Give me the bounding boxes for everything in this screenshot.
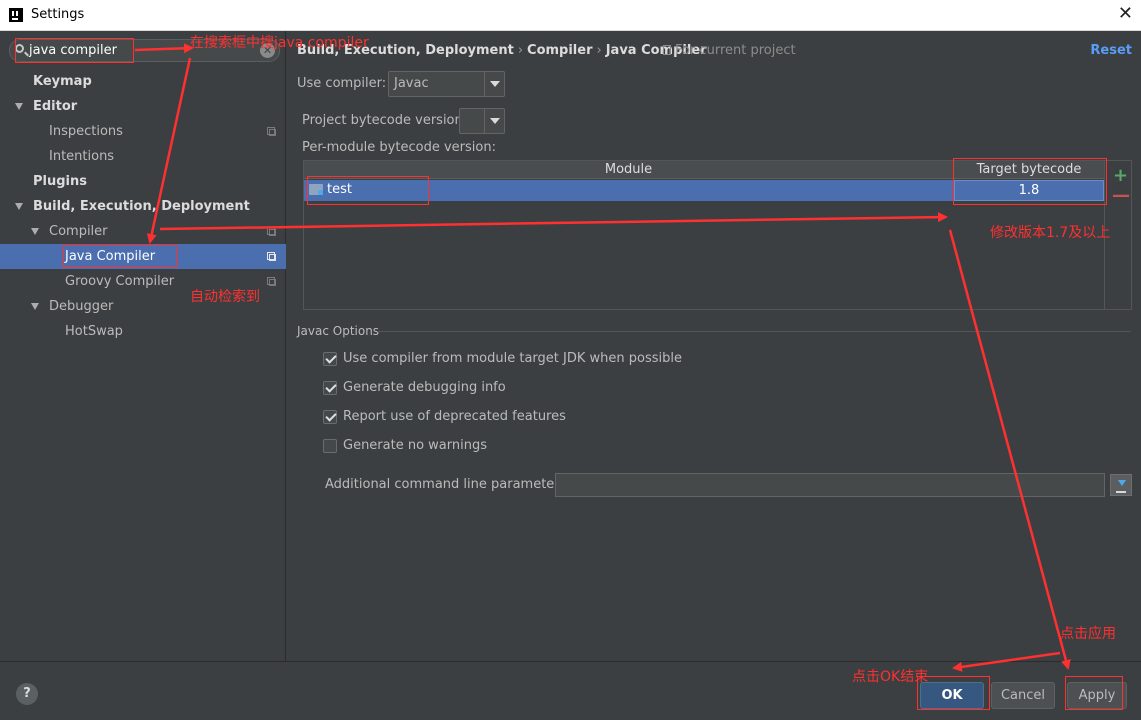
annotation-box-java-compiler [63, 245, 177, 268]
sidebar-item-label: Groovy Compiler [65, 274, 175, 289]
checkbox-unchecked[interactable] [323, 439, 337, 453]
project-scope-icon [267, 252, 276, 261]
sidebar-item-inspections[interactable]: Inspections [0, 119, 286, 144]
checkbox-checked[interactable] [323, 352, 337, 366]
project-scope-icon [267, 277, 276, 286]
command-line-params-input[interactable] [555, 473, 1105, 497]
checkbox-label: Generate debugging info [343, 380, 506, 395]
checkbox-checked[interactable] [323, 410, 337, 424]
sidebar-item-keymap[interactable]: Keymap [0, 69, 286, 94]
checkbox-label: Use compiler from module target JDK when… [343, 351, 682, 366]
annotation-auto-found: 自动检索到 [190, 289, 260, 305]
select-value: Javac [394, 76, 429, 91]
scope-label: For current project [675, 43, 796, 58]
remove-module-button[interactable]: — [1112, 185, 1130, 206]
expand-arrow-icon[interactable] [15, 103, 23, 110]
expand-arrow-icon[interactable] [15, 203, 23, 210]
divider [377, 331, 1131, 332]
intellij-app-icon [9, 8, 23, 22]
use-compiler-label: Use compiler: [297, 76, 387, 91]
checkbox-checked[interactable] [323, 381, 337, 395]
expand-arrow-icon[interactable] [31, 303, 39, 310]
sidebar-item-label: Debugger [49, 299, 114, 314]
sidebar-item-hotswap[interactable]: HotSwap [0, 319, 286, 344]
sidebar-item-label: Editor [33, 99, 78, 114]
reset-link[interactable]: Reset [1090, 43, 1132, 58]
breadcrumb-separator: › [596, 43, 602, 58]
settings-main-panel: Build, Execution, Deployment › Compiler › Ja… [287, 31, 1141, 661]
sidebar-item-label: Intentions [49, 149, 115, 164]
annotation-box-module [307, 176, 429, 205]
settings-sidebar: java compiler ✕ Keymap Editor Inspection… [0, 31, 286, 661]
title-bar: Settings ✕ [0, 0, 1141, 31]
annotation-box-search [15, 38, 134, 63]
project-scope-icon [267, 127, 276, 136]
annotation-change-version: 修改版本1.7及以上 [990, 225, 1111, 241]
close-icon[interactable]: ✕ [1118, 4, 1133, 24]
project-scope-icon [267, 227, 276, 236]
chevron-down-icon[interactable] [484, 109, 504, 133]
sidebar-item-editor[interactable]: Editor [0, 94, 286, 119]
sidebar-item-label: Compiler [49, 224, 108, 239]
project-scope-icon [663, 45, 671, 55]
breadcrumb-part: Compiler [527, 43, 593, 58]
sidebar-item-label: Inspections [49, 124, 123, 139]
annotation-click-apply: 点击应用 [1060, 626, 1116, 642]
sidebar-item-intentions[interactable]: Intentions [0, 144, 286, 169]
sidebar-item-compiler[interactable]: Compiler [0, 219, 286, 244]
help-icon[interactable]: ? [16, 683, 38, 705]
expand-arrow-icon[interactable] [31, 228, 39, 235]
expand-editor-icon[interactable] [1110, 474, 1132, 496]
cancel-button[interactable]: Cancel [991, 682, 1055, 709]
project-bytecode-select[interactable] [459, 108, 505, 134]
sidebar-item-label: Plugins [33, 174, 87, 189]
javac-options-title: Javac Options [297, 324, 380, 338]
window-title: Settings [31, 7, 85, 22]
sidebar-item-plugins[interactable]: Plugins [0, 169, 286, 194]
breadcrumb-separator: › [517, 43, 524, 58]
params-label: Additional command line parameters: [325, 477, 571, 492]
chevron-down-icon[interactable] [484, 72, 504, 96]
annotation-search-hint: 在搜索框中搜java compiler [190, 35, 369, 51]
checkbox-label: Generate no warnings [343, 438, 488, 453]
checkbox-label: Report use of deprecated features [343, 409, 566, 424]
sidebar-item-label: Keymap [33, 74, 92, 89]
add-module-button[interactable]: + [1113, 165, 1128, 186]
project-bytecode-label: Project bytecode version: [302, 113, 468, 128]
annotation-box-apply [1065, 676, 1123, 710]
sidebar-item-build-execution-deployment[interactable]: Build, Execution, Deployment [0, 194, 286, 219]
sidebar-item-label: Build, Execution, Deployment [33, 199, 250, 214]
per-module-label: Per-module bytecode version: [302, 140, 496, 155]
use-compiler-select[interactable]: Javac [388, 71, 505, 97]
annotation-box-target-version [953, 158, 1107, 205]
sidebar-item-label: HotSwap [65, 324, 123, 339]
annotation-click-ok: 点击OK结束 [852, 669, 929, 685]
